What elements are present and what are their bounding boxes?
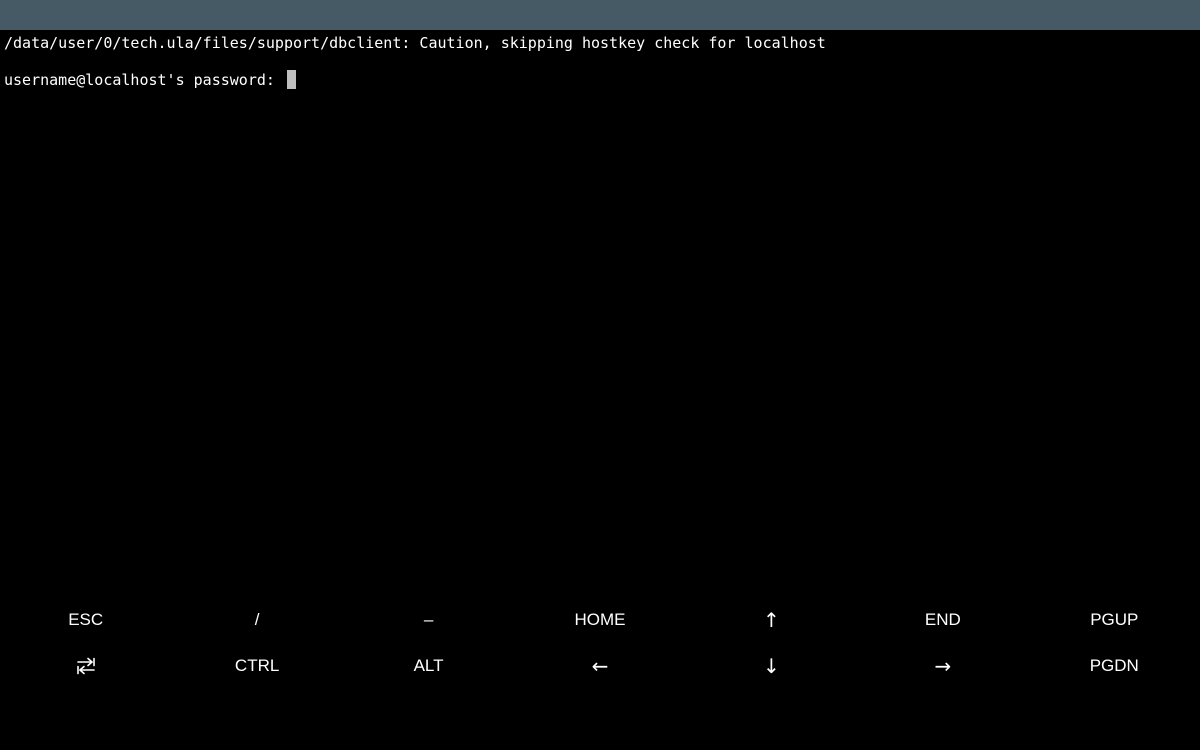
tab-icon	[76, 657, 95, 675]
terminal-line: /data/user/0/tech.ula/files/support/dbcl…	[4, 34, 826, 52]
slash-key[interactable]: /	[171, 597, 342, 643]
esc-key[interactable]: ESC	[0, 597, 171, 643]
terminal-cursor	[286, 70, 296, 89]
status-bar	[0, 0, 1200, 30]
home-key[interactable]: HOME	[514, 597, 685, 643]
alt-key[interactable]: ALT	[343, 643, 514, 689]
down-arrow-key[interactable]: ↓	[686, 643, 857, 689]
right-arrow-key[interactable]: →	[857, 643, 1028, 689]
terminal-prompt-line: username@localhost's password:	[4, 70, 296, 89]
terminal-output[interactable]: /data/user/0/tech.ula/files/support/dbcl…	[0, 30, 1200, 590]
left-arrow-key[interactable]: ←	[514, 643, 685, 689]
password-prompt: username@localhost's password:	[4, 71, 284, 89]
pgup-key[interactable]: PGUP	[1029, 597, 1200, 643]
tab-key[interactable]	[0, 643, 171, 689]
up-arrow-key[interactable]: ↑	[686, 597, 857, 643]
end-key[interactable]: END	[857, 597, 1028, 643]
extra-keys-bar: ESC / – HOME ↑ END PGUP CTRL ALT ← ↓ → P…	[0, 597, 1200, 690]
ctrl-key[interactable]: CTRL	[171, 643, 342, 689]
dash-key[interactable]: –	[343, 597, 514, 643]
pgdn-key[interactable]: PGDN	[1029, 643, 1200, 689]
